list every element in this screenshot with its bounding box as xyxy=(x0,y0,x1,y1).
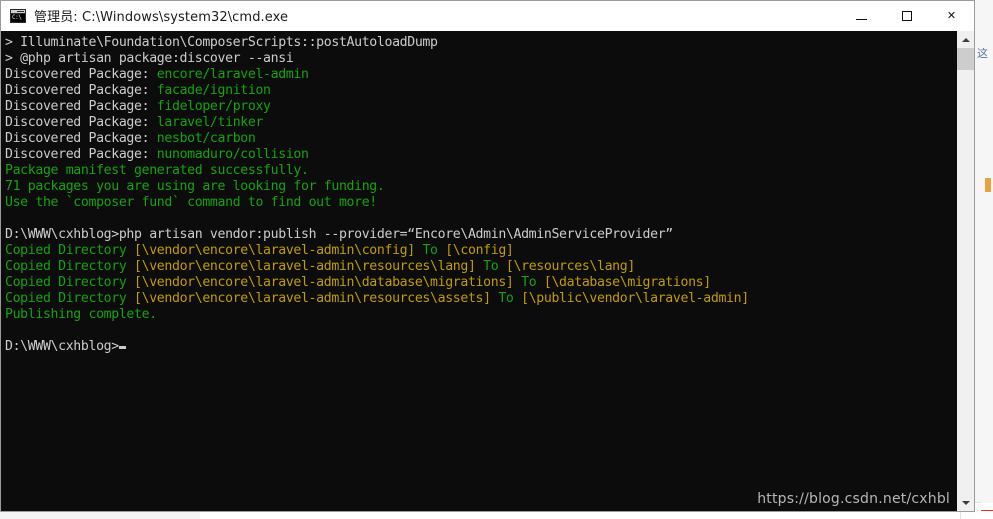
minimize-icon xyxy=(856,18,867,20)
background-window-strip xyxy=(974,0,993,519)
terminal-text: Discovered Package: xyxy=(5,67,157,82)
terminal-line: Copied Directory [\vendor\encore\laravel… xyxy=(5,275,956,291)
terminal-line: Discovered Package: nunomaduro/collision xyxy=(5,147,956,163)
terminal-text: To xyxy=(414,243,446,258)
terminal-cursor xyxy=(118,346,126,349)
terminal-text: [\vendor\encore\laravel-admin\resources\… xyxy=(134,291,491,306)
terminal-text: [\public\vendor\laravel-admin] xyxy=(521,291,749,306)
terminal-line: Copied Directory [\vendor\encore\laravel… xyxy=(5,243,956,259)
terminal-text: [\config] xyxy=(445,243,514,258)
terminal-line: D:\WWW\cxhblog>php artisan vendor:publis… xyxy=(5,227,956,243)
terminal-line: Publishing complete. xyxy=(5,307,956,323)
terminal-text: To xyxy=(475,259,506,274)
terminal-text: D:\WWW\cxhblog>php artisan vendor:publis… xyxy=(5,227,673,242)
terminal-line: Discovered Package: nesbot/carbon xyxy=(5,131,956,147)
terminal-text: encore/laravel-admin xyxy=(156,67,309,82)
terminal-text: fideloper/proxy xyxy=(156,99,271,114)
title-bar[interactable]: C:\ 管理员: C:\Windows\system32\cmd.exe ✕ xyxy=(1,1,974,31)
terminal-line: 71 packages you are using are looking fo… xyxy=(5,179,956,195)
terminal-text: [\vendor\encore\laravel-admin\config] xyxy=(134,243,415,258)
close-button[interactable]: ✕ xyxy=(929,1,974,30)
terminal-text: Copied Directory xyxy=(5,275,135,290)
terminal-text: To xyxy=(513,275,544,290)
scrollbar-track[interactable] xyxy=(957,48,974,494)
cmd-console-window[interactable]: C:\ 管理员: C:\Windows\system32\cmd.exe ✕ >… xyxy=(0,0,975,512)
terminal-text: Discovered Package: xyxy=(5,83,157,98)
terminal-screen[interactable]: > Illuminate\Foundation\ComposerScripts:… xyxy=(1,31,956,511)
terminal-text: Copied Directory xyxy=(5,259,135,274)
terminal-text: [\vendor\encore\laravel-admin\resources\… xyxy=(134,259,476,274)
terminal-text: 71 packages you are using are looking fo… xyxy=(5,179,385,194)
terminal-text: Use the `composer fund` command to find … xyxy=(5,195,377,210)
terminal-text: D:\WWW\cxhblog> xyxy=(5,339,119,354)
terminal-line: Discovered Package: fideloper/proxy xyxy=(5,99,956,115)
terminal-text: nunomaduro/collision xyxy=(156,147,309,162)
terminal-text: [\vendor\encore\laravel-admin\database\m… xyxy=(134,275,514,290)
terminal-text: Copied Directory xyxy=(5,291,135,306)
window-controls: ✕ xyxy=(839,1,974,30)
terminal-line: Copied Directory [\vendor\encore\laravel… xyxy=(5,291,956,307)
terminal-line: Discovered Package: encore/laravel-admin xyxy=(5,67,956,83)
terminal-text: laravel/tinker xyxy=(156,115,264,130)
background-orange-marker xyxy=(985,178,991,192)
terminal-line: Discovered Package: facade/ignition xyxy=(5,83,956,99)
terminal-text: [\database\migrations] xyxy=(543,275,711,290)
terminal-line: Use the `composer fund` command to find … xyxy=(5,195,956,211)
terminal-text: > Illuminate\Foundation\ComposerScripts:… xyxy=(5,35,438,50)
terminal-text: Discovered Package: xyxy=(5,115,157,130)
scrollbar-thumb[interactable] xyxy=(957,48,974,70)
terminal-text: [\resources\lang] xyxy=(505,259,635,274)
vertical-scrollbar[interactable] xyxy=(956,31,974,511)
terminal-text: Discovered Package: xyxy=(5,147,157,162)
window-title: 管理员: C:\Windows\system32\cmd.exe xyxy=(34,10,289,25)
terminal-line: > @php artisan package:discover --ansi xyxy=(5,51,956,67)
terminal-line: Copied Directory [\vendor\encore\laravel… xyxy=(5,259,956,275)
maximize-icon xyxy=(901,10,912,21)
scroll-up-button[interactable] xyxy=(957,31,974,48)
close-icon: ✕ xyxy=(946,9,957,22)
terminal-line: D:\WWW\cxhblog> xyxy=(5,339,956,355)
terminal-text: To xyxy=(490,291,522,306)
maximize-button[interactable] xyxy=(884,1,929,30)
terminal-text: Publishing complete. xyxy=(5,307,157,322)
cmd-icon-prompt-text: C:\ xyxy=(11,13,25,22)
background-side-text: 这 xyxy=(977,48,988,60)
terminal-output: > Illuminate\Foundation\ComposerScripts:… xyxy=(5,35,956,355)
terminal-text: Discovered Package: xyxy=(5,99,157,114)
terminal-text: Discovered Package: xyxy=(5,131,157,146)
terminal-text: nesbot/carbon xyxy=(156,131,256,146)
terminal-line: Discovered Package: laravel/tinker xyxy=(5,115,956,131)
terminal-text: Copied Directory xyxy=(5,243,135,258)
terminal-line: > Illuminate\Foundation\ComposerScripts:… xyxy=(5,35,956,51)
scroll-down-button[interactable] xyxy=(957,494,974,511)
terminal-text: > @php artisan package:discover --ansi xyxy=(5,51,294,66)
terminal-text: Package manifest generated successfully. xyxy=(5,163,309,178)
terminal-text: facade/ignition xyxy=(156,83,271,98)
watermark-text: https://blog.csdn.net/cxhbl xyxy=(757,491,950,507)
terminal-line: Package manifest generated successfully. xyxy=(5,163,956,179)
chevron-up-icon xyxy=(961,37,970,42)
cmd-exe-icon: C:\ xyxy=(10,8,26,23)
chevron-down-icon xyxy=(961,500,970,505)
minimize-button[interactable] xyxy=(839,1,884,30)
console-body: > Illuminate\Foundation\ComposerScripts:… xyxy=(1,31,974,511)
